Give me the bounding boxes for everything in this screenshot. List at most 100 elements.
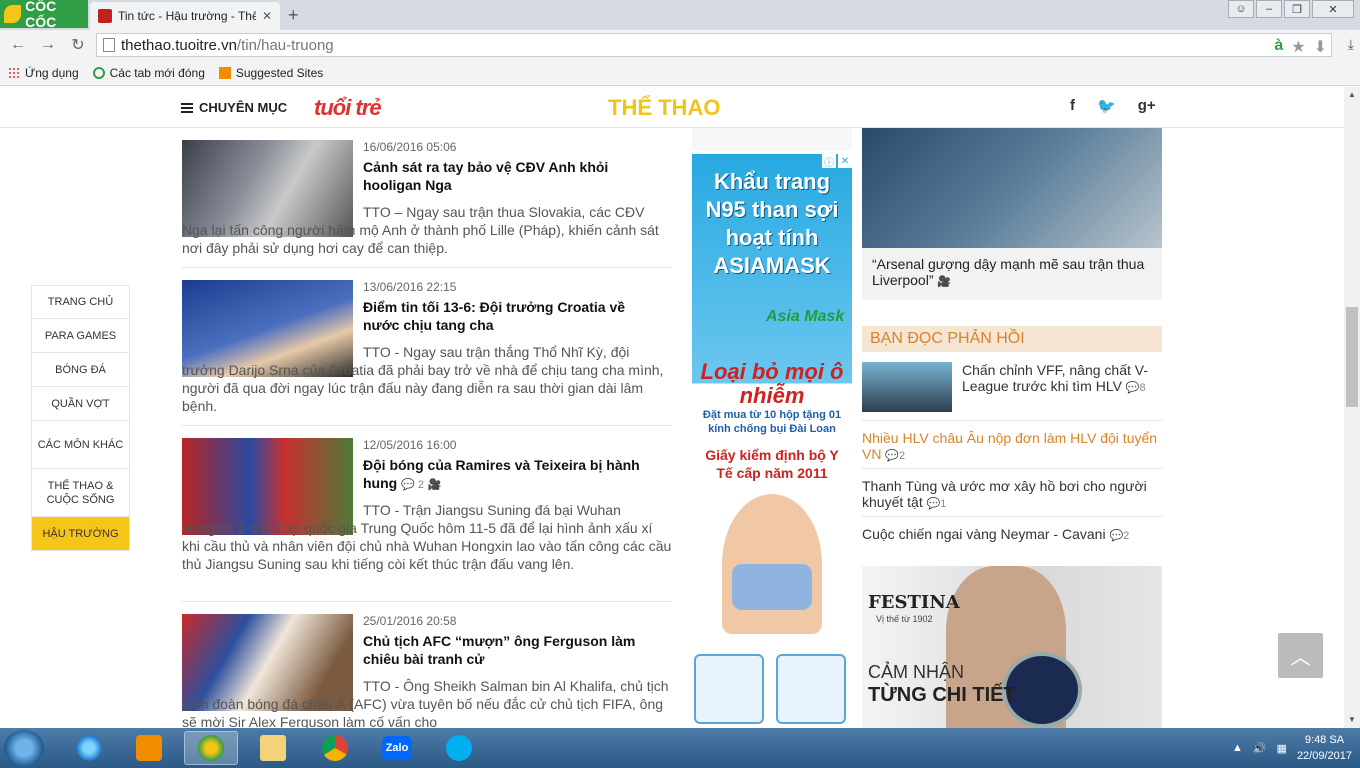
volume-icon[interactable]: 🔊 — [1253, 742, 1267, 755]
site-header: CHUYÊN MỤC tuổi trẻ THỂ THAO f 🐦 g+ — [0, 87, 1344, 128]
window-controls: ☺ – ❐ ✕ — [1228, 0, 1354, 18]
nav-item-trang-chu[interactable]: TRANG CHỦ — [31, 285, 130, 319]
feedback-text[interactable]: Chấn chỉnh VFF, nâng chất V-League trước… — [962, 362, 1162, 396]
comment-count-value: 2 — [899, 450, 906, 462]
feedback-item[interactable]: Cuộc chiến ngai vàng Neymar - Cavani 💬2 — [862, 526, 1162, 544]
network-icon[interactable]: ▦ — [1277, 742, 1287, 755]
article-date: 12/05/2016 16:00 — [363, 438, 457, 452]
ad-choices[interactable]: ⓘ ✕ — [822, 154, 852, 169]
google-plus-icon[interactable]: g+ — [1138, 97, 1156, 115]
ad-brand: Asia Mask — [766, 308, 845, 325]
zalo-icon[interactable]: Zalo — [370, 731, 424, 765]
twitter-icon[interactable]: 🐦 — [1097, 97, 1116, 115]
facebook-icon[interactable]: f — [1070, 97, 1075, 115]
start-button[interactable] — [4, 730, 44, 766]
download-icon[interactable]: ⬇ — [1314, 37, 1327, 57]
show-hidden-icons-icon[interactable]: ▲ — [1232, 742, 1243, 754]
feedback-item[interactable]: Nhiều HLV châu Âu nộp đơn làm HLV đội tu… — [862, 430, 1162, 464]
feedback-title: Cuộc chiến ngai vàng Neymar - Cavani — [862, 526, 1106, 542]
category-menu-button[interactable]: CHUYÊN MỤC — [181, 100, 287, 115]
internet-explorer-icon[interactable] — [62, 731, 116, 765]
feature-caption-text: “Arsenal gượng dậy mạnh mẽ sau trận thua… — [872, 256, 1145, 288]
reader-feedback-title: BẠN ĐỌC PHẢN HỒI — [862, 326, 1162, 352]
file-explorer-icon[interactable] — [246, 731, 300, 765]
article-date: 16/06/2016 05:06 — [363, 140, 457, 154]
new-tab-button[interactable]: + — [288, 5, 299, 26]
asiamask-ad-banner[interactable]: ⓘ ✕ Khẩu trang N95 than sợi hoạt tính AS… — [692, 154, 852, 728]
article-title-text: Cảnh sát ra tay bảo vệ CĐV Anh khỏi hool… — [363, 159, 609, 193]
section-title[interactable]: THỂ THAO — [608, 95, 720, 121]
back-icon[interactable]: ← — [6, 36, 30, 54]
feedback-thumbnail[interactable] — [862, 362, 952, 412]
coccoc-taskbar-icon[interactable] — [184, 731, 238, 765]
bookmark-suggested-sites[interactable]: Suggested Sites — [218, 65, 324, 80]
bookmark-recent-tabs[interactable]: Các tab mới đóng — [92, 65, 205, 80]
reload-icon[interactable]: ↻ — [66, 35, 90, 55]
ad-close-icon[interactable]: ✕ — [838, 154, 852, 168]
system-clock[interactable]: 9:48 SA 22/09/2017 — [1297, 732, 1352, 764]
bookmark-label: Các tab mới đóng — [109, 65, 205, 80]
nav-item-cac-mon-khac[interactable]: CÁC MÔN KHÁC — [31, 421, 130, 469]
list-item: 16/06/2016 05:06 Cảnh sát ra tay bảo vệ … — [182, 140, 672, 268]
star-icon[interactable]: ★ — [1291, 37, 1305, 57]
video-icon: 🎥 — [427, 479, 442, 491]
category-sidebar: TRANG CHỦ PARA GAMES BÓNG ĐÁ QUẦN VỢT CÁ… — [31, 285, 130, 551]
scroll-down-icon[interactable]: ▼ — [1344, 712, 1360, 728]
nav-item-para-games[interactable]: PARA GAMES — [31, 319, 130, 353]
festina-ad-banner[interactable]: FESTINA Vị thế từ 1902 CẢM NHẬN TỪNG CHI… — [862, 566, 1162, 728]
forward-icon[interactable]: → — [36, 36, 60, 54]
browser-tab[interactable]: Tin tức - Hậu trường - Thể ✕ — [90, 2, 280, 30]
nav-item-hau-truong[interactable]: HẬU TRƯỜNG — [31, 517, 130, 551]
clock-date: 22/09/2017 — [1296, 750, 1352, 762]
coccoc-dictionary-icon[interactable]: à — [1274, 37, 1283, 57]
restore-button[interactable]: ❐ — [1284, 0, 1310, 18]
user-icon[interactable]: ☺ — [1228, 0, 1254, 18]
article-title[interactable]: Điểm tin tối 13-6: Đội trưởng Croatia về… — [363, 298, 663, 334]
site-logo[interactable]: tuổi trẻ — [314, 95, 382, 121]
comment-count: 💬2 — [885, 450, 906, 462]
article-date: 25/01/2016 20:58 — [363, 614, 457, 628]
feature-image[interactable] — [862, 128, 1162, 248]
download-tray-icon[interactable]: ⤓ — [1348, 36, 1354, 53]
bookmark-apps[interactable]: Ứng dụng — [8, 66, 79, 80]
divider — [862, 516, 1162, 517]
ad-info-icon[interactable]: ⓘ — [822, 154, 836, 169]
nav-item-the-thao-cuoc-song[interactable]: THỂ THAO & CUỘC SỐNG — [31, 469, 130, 517]
article-title[interactable]: Đội bóng của Ramires và Teixeira bị hành… — [363, 456, 663, 494]
feedback-title: Nhiều HLV châu Âu nộp đơn làm HLV đội tu… — [862, 430, 1158, 462]
article-summary: TTO - Ông Sheikh Salman bin Al Khalifa, … — [182, 678, 669, 730]
url-path: /tin/hau-truong — [236, 36, 334, 54]
nav-item-bong-da[interactable]: BÓNG ĐÁ — [31, 353, 130, 387]
scrollbar-thumb[interactable] — [1346, 307, 1358, 407]
windows-taskbar: Zalo ▲ 🔊 ▦ 9:48 SA 22/09/2017 — [0, 728, 1360, 768]
feedback-item[interactable]: Thanh Tùng và ước mơ xây hồ bơi cho ngườ… — [862, 478, 1162, 512]
coccoc-menu-button[interactable]: CỐC CỐC — [0, 0, 88, 30]
close-window-button[interactable]: ✕ — [1312, 0, 1354, 18]
ad-promo: Đặt mua từ 10 hộp tặng 01 kính chống bụi… — [702, 409, 842, 435]
minimize-button[interactable]: – — [1256, 0, 1282, 18]
article-title[interactable]: Cảnh sát ra tay bảo vệ CĐV Anh khỏi hool… — [363, 158, 663, 194]
article-summary: TTO – Ngay sau trận thua Slovakia, các C… — [182, 204, 659, 256]
address-bar[interactable]: thethao.tuoitre.vn/tin/hau-truong à ★ ⬇ — [96, 33, 1332, 57]
list-item: 12/05/2016 16:00 Đội bóng của Ramires và… — [182, 438, 672, 602]
tab-title: Tin tức - Hậu trường - Thể — [118, 9, 256, 23]
skype-icon[interactable] — [432, 731, 486, 765]
festina-logo: FESTINA — [868, 592, 960, 613]
list-item: 13/06/2016 22:15 Điểm tin tối 13-6: Đội … — [182, 280, 672, 426]
chrome-icon[interactable] — [308, 731, 362, 765]
scroll-up-icon[interactable]: ▲ — [1344, 87, 1360, 103]
bookmark-label: Ứng dụng — [25, 65, 79, 80]
nav-item-quan-vot[interactable]: QUẦN VỢT — [31, 387, 130, 421]
back-to-top-button[interactable]: ︿ — [1278, 633, 1323, 678]
ad-headline: Khẩu trang N95 than sợi hoạt tính ASIAMA… — [705, 169, 839, 278]
tab-close-icon[interactable]: ✕ — [262, 9, 272, 23]
feedback-title: Thanh Tùng và ước mơ xây hồ bơi cho ngườ… — [862, 478, 1147, 510]
festina-line2: TỪNG CHI TIẾT — [868, 684, 1016, 706]
bookmark-label: Suggested Sites — [235, 65, 324, 80]
feature-caption[interactable]: “Arsenal gượng dậy mạnh mẽ sau trận thua… — [862, 248, 1162, 300]
media-player-icon[interactable] — [122, 731, 176, 765]
feedback-item[interactable]: Chấn chỉnh VFF, nâng chất V-League trước… — [862, 362, 1162, 414]
festina-line1: CẢM NHẬN — [868, 662, 965, 682]
article-title[interactable]: Chủ tịch AFC “mượn” ông Ferguson làm chi… — [363, 632, 663, 668]
vertical-scrollbar[interactable]: ▲ ▼ — [1344, 87, 1360, 728]
